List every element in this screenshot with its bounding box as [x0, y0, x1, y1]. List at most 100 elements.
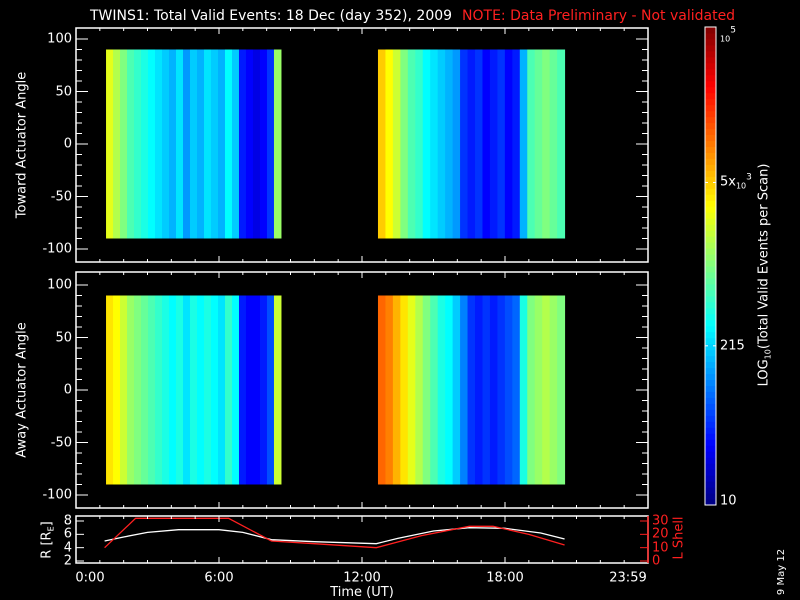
colorbar-segment — [705, 487, 716, 494]
lshell-tick-label: 10 — [652, 540, 669, 556]
heatmap-cell — [266, 295, 275, 485]
colorbar-segment — [705, 254, 716, 261]
lshell-ylabel: L Shell — [671, 516, 687, 560]
heatmap-cell — [549, 295, 558, 485]
heatmap-cell — [407, 295, 416, 485]
colorbar-segment — [705, 421, 716, 428]
colorbar-segment — [705, 385, 716, 392]
colorbar-segment — [705, 194, 716, 201]
colorbar-segment — [705, 295, 716, 303]
heatmap-cell — [400, 49, 409, 239]
heatmap-cell — [430, 49, 439, 239]
heatmap-cell — [460, 295, 469, 485]
heatmap-cell — [452, 295, 461, 485]
heatmap-cell — [148, 49, 156, 239]
colorbar-segment — [705, 164, 716, 171]
colorbar-segment — [705, 451, 716, 458]
heatmap-cell — [542, 295, 551, 485]
colorbar-segment — [705, 427, 716, 434]
heatmap-cell — [224, 49, 233, 239]
colorbar-segment — [705, 343, 716, 351]
heatmap-cell — [527, 49, 536, 239]
colorbar-segment — [705, 152, 716, 159]
r-ylabel: R [RE] — [39, 521, 56, 559]
colorbar-segment — [705, 379, 716, 386]
heatmap-cell — [534, 49, 543, 239]
y-tick-label: 50 — [55, 84, 72, 99]
colorbar-tick-label: 5x103 — [720, 172, 752, 191]
colorbar-segment — [705, 74, 716, 82]
heatmap-cell — [134, 49, 142, 239]
colorbar-segment — [705, 391, 716, 398]
colorbar-segment — [705, 140, 716, 147]
colorbar-segment — [705, 469, 716, 476]
colorbar-segment — [705, 397, 716, 404]
heatmap-cell — [176, 295, 184, 485]
colorbar-segment — [705, 373, 716, 381]
heatmap-cell — [527, 295, 536, 485]
heatmap-cell — [497, 295, 506, 485]
colorbar-segment — [705, 122, 716, 130]
heatmap-cell — [210, 295, 219, 485]
colorbar-segment — [705, 200, 716, 207]
colorbar-segment — [705, 27, 716, 34]
colorbar-segment — [705, 182, 716, 189]
heatmap-cell — [134, 295, 142, 485]
colorbar-segment — [705, 283, 716, 291]
r-tick-label: 6 — [63, 526, 72, 542]
heatmap-cell — [445, 295, 454, 485]
colorbar-tick-label: 105 — [720, 25, 736, 44]
colorbar-segment — [705, 409, 716, 416]
heatmap-cell — [385, 295, 394, 485]
colorbar-segment — [705, 457, 716, 464]
colorbar-segment — [705, 481, 716, 488]
colorbar-segment — [705, 415, 716, 422]
y-tick-label: 0 — [63, 382, 72, 398]
colorbar-segment — [705, 188, 716, 195]
colorbar-segment — [705, 271, 716, 279]
heatmap-cell — [437, 295, 446, 485]
colorbar-segment — [705, 301, 716, 309]
heatmap-cell — [155, 295, 163, 485]
colorbar-segment — [705, 92, 716, 100]
heatmap-cell — [497, 49, 506, 239]
colorbar-segment — [705, 134, 716, 142]
lshell-series-line — [104, 517, 565, 549]
colorbar-segment — [705, 176, 716, 183]
colorbar-segment — [705, 206, 716, 213]
heatmap-cell — [415, 49, 424, 239]
heatmap-cell — [224, 295, 233, 485]
colorbar-segment — [705, 128, 716, 136]
colorbar-segment — [705, 493, 716, 500]
heatmap-cell — [245, 295, 254, 485]
colorbar-segment — [705, 242, 716, 249]
colorbar-segment — [705, 218, 716, 225]
colorbar-segment — [705, 367, 716, 375]
y-tick-label: 0 — [63, 136, 72, 152]
time-tick-label: 6:00 — [204, 570, 234, 586]
colorbar-segment — [705, 170, 716, 177]
heatmap-cell — [392, 49, 401, 239]
heatmap-cell — [196, 49, 205, 239]
heatmap-cell — [183, 295, 191, 485]
colorbar-segment — [705, 439, 716, 446]
heatmap-cell — [141, 49, 149, 239]
heatmap-cell — [252, 49, 261, 239]
colorbar-segment — [705, 331, 716, 339]
colorbar-segment — [705, 277, 716, 285]
heatmap-cell — [259, 49, 268, 239]
heatmap-cell — [210, 49, 219, 239]
heatmap-cell — [231, 295, 240, 485]
heatmap-cell — [460, 49, 469, 239]
lshell-tick-label: 30 — [652, 513, 669, 529]
colorbar-segment — [705, 349, 716, 357]
date-stamp: 9 May 12 — [776, 548, 787, 596]
colorbar-segment — [705, 307, 716, 315]
heatmap-cell — [475, 295, 483, 485]
heatmap-cell — [504, 295, 513, 485]
heatmap-cell — [259, 295, 268, 485]
time-tick-label: 0:00 — [75, 570, 105, 586]
time-tick-label: 18:00 — [486, 570, 524, 586]
colorbar-segment — [705, 319, 716, 327]
colorbar-segment — [705, 433, 716, 440]
